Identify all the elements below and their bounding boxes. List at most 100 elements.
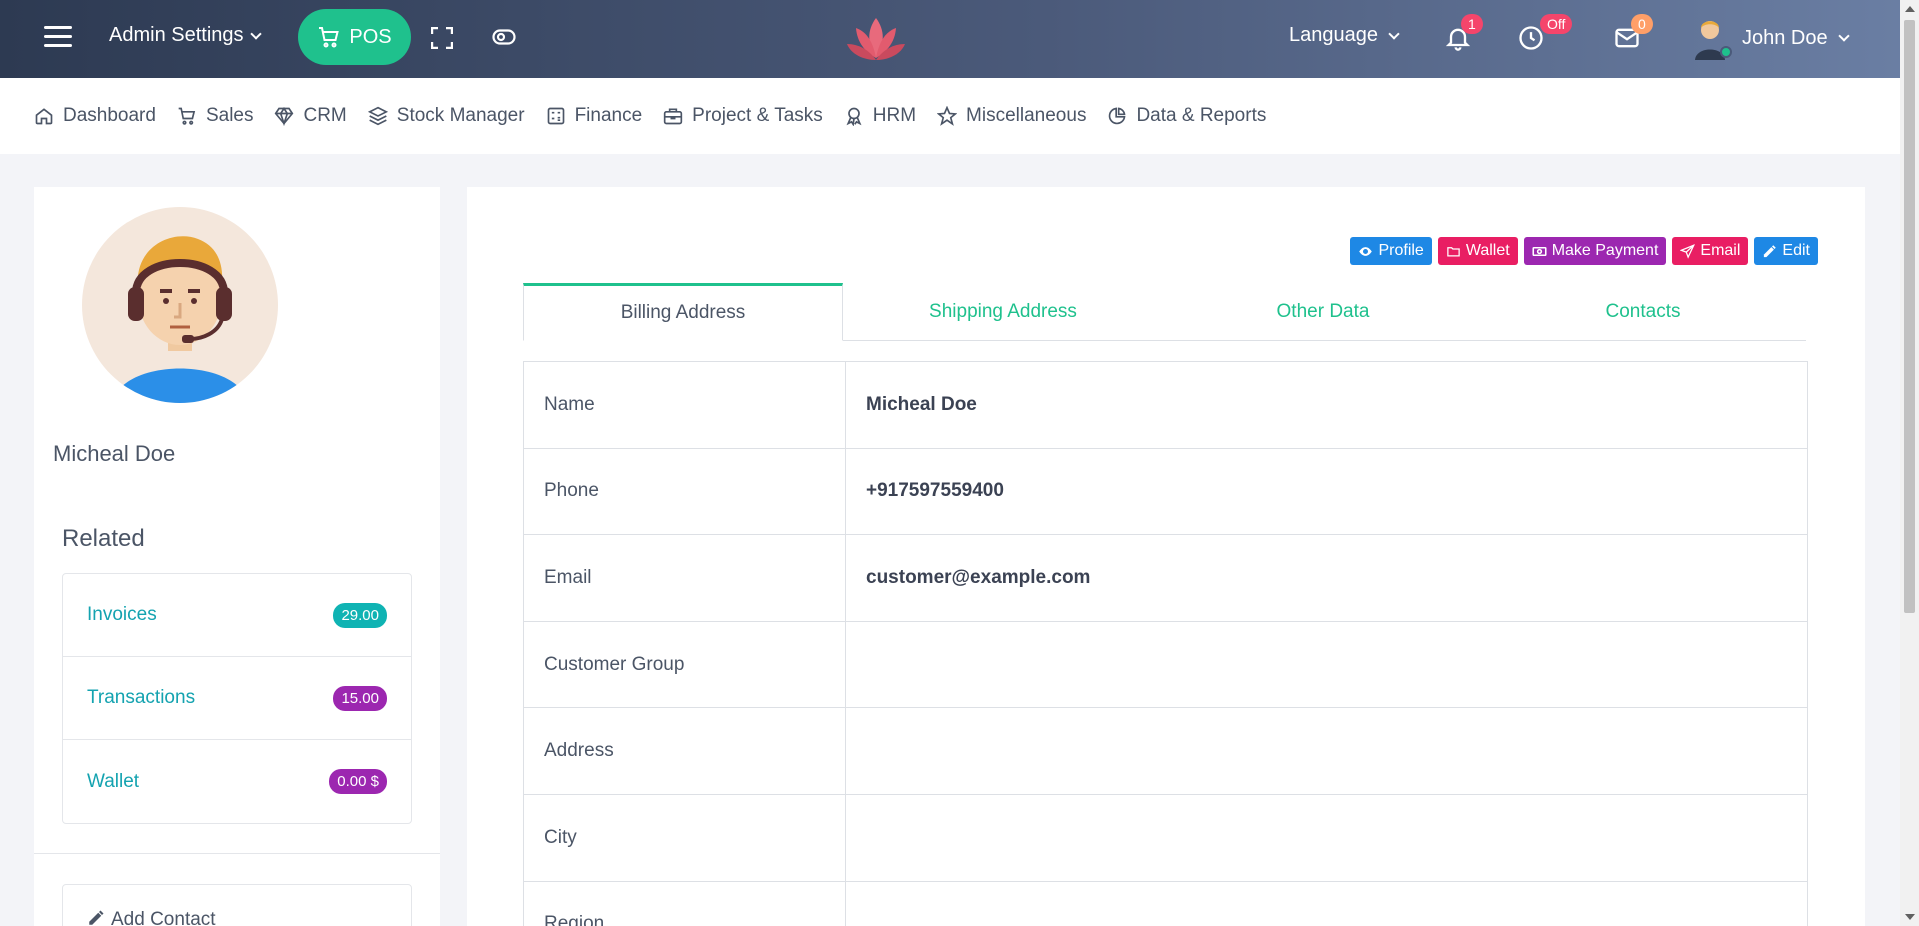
user-name: John Doe [1742,26,1828,49]
tab-billing-address[interactable]: Billing Address [523,283,843,341]
profile-button-label: Profile [1378,242,1424,259]
wallet-button[interactable]: Wallet [1437,237,1518,265]
folder-icon [1447,246,1460,256]
nav-item-sales[interactable]: Sales [177,105,254,127]
related-item-label: Transactions [87,687,196,708]
chevron-down-icon [1837,30,1850,42]
chevron-down-icon [1388,27,1400,40]
nav-item-label: Dashboard [63,105,156,126]
related-item-invoices[interactable]: Invoices 29.00 [63,574,411,657]
pencil-icon [89,910,104,925]
related-item-label: Wallet [87,770,140,792]
menu-icon[interactable] [44,26,72,48]
money-icon [1532,246,1547,256]
nav-item-miscellaneous[interactable]: Miscellaneous [937,105,1086,127]
nav-item-label: Project & Tasks [692,105,823,126]
nav-item-label: Data & Reports [1136,105,1267,126]
home-icon [35,108,53,125]
add-contact-label: Add Contact [111,909,216,926]
fullscreen-icon[interactable] [431,27,453,49]
messages-badge: 0 [1631,14,1653,34]
nav-item-data-reports[interactable]: Data & Reports [1107,105,1266,127]
make-payment-button-label: Make Payment [1551,242,1659,259]
nav-item-dashboard[interactable]: Dashboard [34,105,156,127]
clock-status-badge: Off [1540,14,1573,34]
field-label: Email [523,534,846,622]
field-label: Customer Group [523,620,846,709]
nav-item-label: CRM [303,105,347,126]
profile-button[interactable]: Profile [1350,237,1432,265]
tab-other-data[interactable]: Other Data [1163,283,1483,340]
award-icon [846,107,862,126]
pos-button[interactable]: POS [298,9,411,65]
table-row: Address [523,707,1808,795]
email-button[interactable]: Email [1672,237,1749,265]
language-label: Language [1289,24,1378,46]
calculator-icon [547,107,564,125]
related-title: Related [62,525,145,552]
table-row: Email customer@example.com [523,534,1808,622]
field-label: Phone [523,447,846,536]
field-value: +917597559400 [845,447,1808,536]
eye-icon [1359,246,1373,256]
related-item-transactions[interactable]: Transactions 15.00 [63,657,411,740]
field-label: City [523,793,846,882]
nav-item-label: Miscellaneous [966,105,1087,126]
lotus-logo-icon [847,18,905,60]
online-status-dot [1720,46,1732,58]
nav-item-project-tasks[interactable]: Project & Tasks [663,105,823,127]
briefcase-icon [664,108,683,125]
field-value [845,620,1808,709]
nav-item-label: Sales [205,105,254,126]
main-nav: Dashboard Sales CRM Stock Manager Financ… [0,78,1900,154]
admin-settings-label: Admin Settings [109,24,244,46]
add-contact-button[interactable]: Add Contact [62,884,412,926]
nav-item-stock-manager[interactable]: Stock Manager [367,105,525,127]
related-item-wallet[interactable]: Wallet 0.00 $ [63,740,411,823]
nav-item-hrm[interactable]: HRM [844,105,916,127]
field-label: Region [523,880,846,926]
customer-sidebar-card: Micheal Doe Related Invoices 29.00 Trans… [34,187,440,926]
field-value: Micheal Doe [845,361,1808,449]
customer-detail-card: Profile Wallet Make Payment Email Edit B… [467,187,1865,926]
star-icon [937,106,958,126]
address-tabs: Billing Address Shipping Address Other D… [523,283,1806,341]
edit-button[interactable]: Edit [1754,237,1818,265]
related-list: Invoices 29.00 Transactions 15.00 Wallet… [62,573,412,824]
pencil-icon [1764,244,1777,257]
nav-item-crm[interactable]: CRM [274,105,347,127]
diamond-icon [275,106,294,126]
pie-chart-icon [1109,107,1126,125]
field-label: Name [523,361,846,449]
divider [34,853,440,854]
tab-shipping-address[interactable]: Shipping Address [843,283,1163,340]
make-payment-button[interactable]: Make Payment [1523,237,1667,265]
toggle-icon[interactable] [492,28,516,46]
admin-settings-dropdown[interactable]: Admin Settings [109,24,262,47]
wallet-button-label: Wallet [1465,242,1510,259]
table-row: Region [523,880,1808,926]
avatar [1690,16,1732,60]
cart-icon [178,107,196,125]
scrollbar-thumb[interactable] [1904,20,1915,613]
page-scrollbar[interactable] [1900,0,1919,926]
top-bar: Admin Settings POS Language 1 Off 0 John… [0,0,1900,78]
scroll-down-arrow-icon[interactable] [1905,914,1915,920]
language-dropdown[interactable]: Language [1289,24,1400,47]
field-value [845,707,1808,795]
field-label: Address [523,707,846,795]
layers-icon [367,106,388,126]
field-value [845,880,1808,926]
table-row: City [523,793,1808,882]
table-row: Name Micheal Doe [523,361,1808,449]
invoices-count-badge: 29.00 [333,602,387,628]
action-bar: Profile Wallet Make Payment Email Edit [1350,237,1818,265]
field-value: customer@example.com [845,534,1808,622]
nav-item-label: HRM [872,105,917,126]
edit-button-label: Edit [1782,242,1810,259]
nav-item-finance[interactable]: Finance [546,105,642,127]
tab-contacts[interactable]: Contacts [1483,283,1803,340]
user-menu[interactable]: John Doe [1690,16,1850,60]
scroll-up-arrow-icon[interactable] [1905,6,1915,12]
transactions-count-badge: 15.00 [333,685,387,711]
